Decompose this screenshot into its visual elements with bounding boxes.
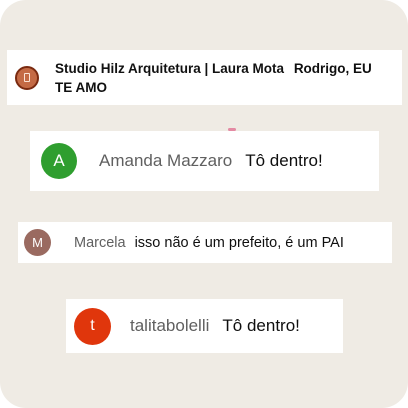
- chat-comment: M Marcela isso não é um prefeito, é um P…: [18, 222, 392, 263]
- chat-comment: Studio Hilz Arquitetura | Laura Mota Rod…: [7, 50, 402, 105]
- comment-message: Tô dentro!: [222, 316, 300, 335]
- comment-text: Studio Hilz Arquitetura | Laura Mota Rod…: [55, 59, 392, 97]
- avatar[interactable]: A: [41, 143, 77, 179]
- comment-message: isso não é um prefeito, é um PAI: [134, 234, 344, 251]
- avatar[interactable]: t: [74, 307, 111, 345]
- chat-comment: t talitabolelli Tô dentro!: [66, 299, 343, 353]
- comment-author: Marcela: [74, 234, 126, 251]
- avatar[interactable]: [15, 65, 39, 90]
- avatar[interactable]: M: [24, 229, 51, 256]
- comment-author: talitabolelli: [130, 316, 210, 335]
- comment-author: Amanda Mazzaro: [99, 151, 233, 170]
- comment-author: Studio Hilz Arquitetura | Laura Mota: [55, 60, 285, 76]
- door-icon: [24, 73, 30, 82]
- comment-message: Tô dentro!: [245, 151, 323, 170]
- chat-comment: A Amanda Mazzaro Tô dentro!: [30, 131, 379, 191]
